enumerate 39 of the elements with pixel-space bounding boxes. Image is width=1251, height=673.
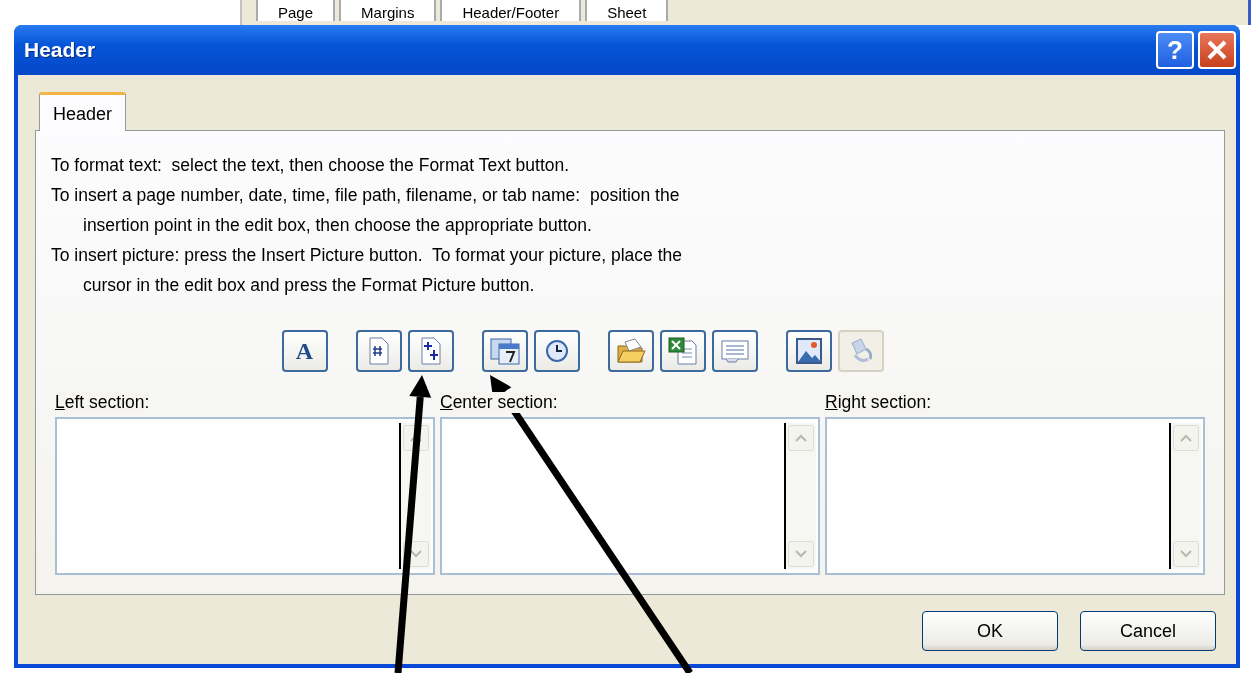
instruction-text: cursor in the edit box and press the Format Picture button. bbox=[82, 274, 536, 297]
sheet-tab-icon bbox=[719, 339, 750, 363]
format-text-button[interactable]: A bbox=[281, 330, 328, 372]
instruction-text: To insert picture: press the Insert Picture button. To format your picture, place the bbox=[51, 244, 683, 267]
time-button[interactable] bbox=[533, 330, 580, 372]
window-title: Header bbox=[24, 38, 96, 62]
instruction-text: To format text: select the text, then choose the Format Text button. bbox=[51, 154, 571, 177]
section-label: Right section: bbox=[825, 392, 932, 413]
instruction-text: insertion point in the edit box, then choose the appropriate button. bbox=[82, 214, 593, 237]
page-count-button[interactable] bbox=[407, 330, 454, 372]
close-icon bbox=[1206, 39, 1228, 61]
section-edit-box[interactable] bbox=[440, 417, 820, 575]
section-label: Center section: bbox=[440, 392, 558, 413]
instruction-text: To insert a page number, date, time, file path, filename, or tab name: position the bbox=[51, 184, 681, 207]
close-button[interactable] bbox=[1198, 31, 1236, 69]
file-path-button[interactable] bbox=[607, 330, 654, 372]
pages-plus-icon bbox=[419, 337, 442, 365]
scroll-up-icon bbox=[1173, 425, 1199, 451]
scroll-down-icon bbox=[1173, 541, 1199, 567]
cancel-button[interactable]: Cancel bbox=[1080, 611, 1216, 651]
section-edit-box[interactable] bbox=[55, 417, 435, 575]
filename-button[interactable] bbox=[659, 330, 706, 372]
ok-button[interactable]: OK bbox=[922, 611, 1058, 651]
clock-icon bbox=[544, 339, 569, 363]
scroll-down-icon bbox=[788, 541, 814, 567]
tab[interactable]: Header bbox=[39, 92, 127, 131]
folder-icon bbox=[615, 338, 646, 364]
page-number-icon bbox=[367, 337, 390, 365]
section-label: Left section: bbox=[55, 392, 150, 413]
page-number-button[interactable] bbox=[355, 330, 402, 372]
picture-icon bbox=[795, 338, 822, 364]
help-button[interactable]: ? bbox=[1156, 31, 1194, 69]
spreadsheet-icon bbox=[667, 337, 698, 365]
calendar-icon bbox=[489, 337, 520, 365]
insert-picture-button[interactable] bbox=[785, 330, 832, 372]
scroll-up-icon bbox=[788, 425, 814, 451]
letter-icon: A bbox=[295, 337, 314, 365]
date-button[interactable] bbox=[481, 330, 528, 372]
sheet-name-button[interactable] bbox=[711, 330, 758, 372]
